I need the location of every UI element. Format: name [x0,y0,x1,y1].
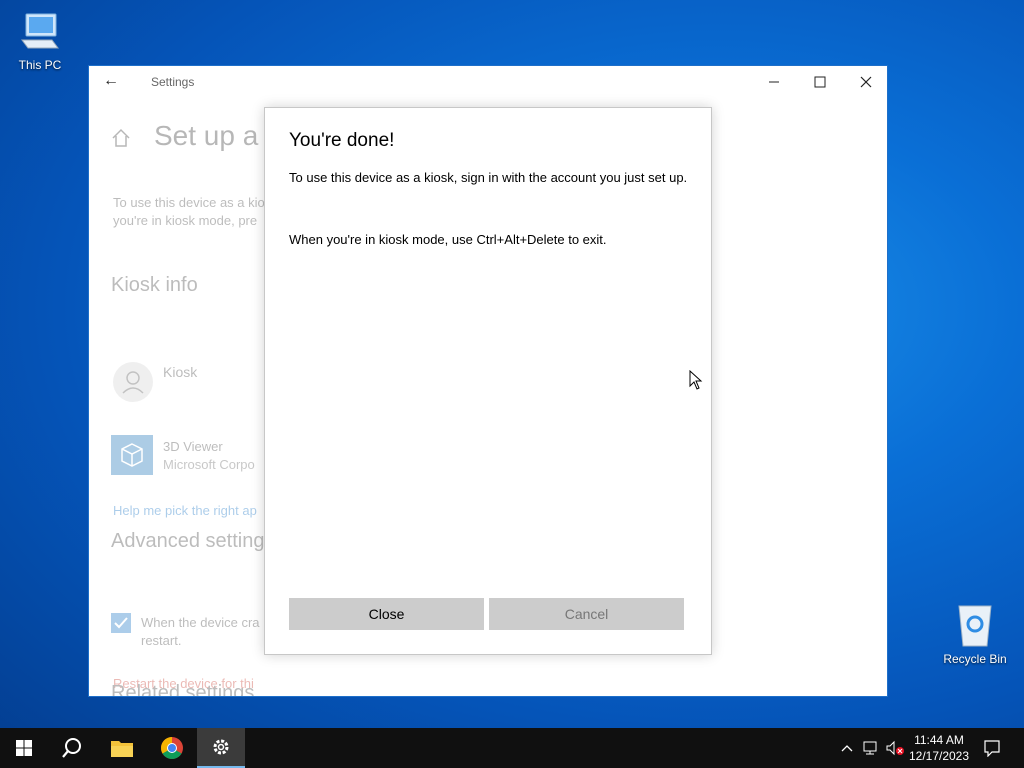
search-button[interactable] [48,728,96,768]
recycle-bin-desktop-icon[interactable]: Recycle Bin [937,602,1013,666]
minimize-button[interactable] [751,66,797,98]
mouse-cursor-icon [689,370,703,390]
network-icon [863,741,877,755]
back-arrow-icon[interactable]: ← [103,72,119,90]
3d-viewer-icon [121,443,143,467]
intro-line-1: To use this device as a kio [113,195,265,210]
help-pick-app-link[interactable]: Help me pick the right ap [113,503,257,518]
cancel-button[interactable]: Cancel [489,598,684,630]
window-close-button[interactable] [843,66,887,98]
restart-on-crash-checkbox[interactable] [111,613,131,633]
maximize-icon [814,76,826,88]
volume-muted-icon [886,740,904,756]
settings-icon [213,739,229,755]
dialog-title: You're done! [289,130,395,151]
this-pc-label: This PC [18,58,62,72]
kiosk-done-dialog: You're done! To use this device as a kio… [264,107,712,655]
title-bar: ← Settings [89,66,887,98]
checkbox-label-line-2: restart. [141,633,182,648]
intro-text: To use this device as a kio you're in ki… [113,194,265,230]
clock-date: 12/17/2023 [908,749,970,763]
search-icon [62,738,81,758]
app-name: 3D Viewer [163,439,223,454]
dialog-body-1: To use this device as a kiosk, sign in w… [289,170,688,185]
app-tile[interactable] [111,435,153,475]
dialog-body-2: When you're in kiosk mode, use Ctrl+Alt+… [289,232,607,247]
home-icon[interactable] [111,128,131,148]
related-settings-heading: Related settings [111,682,255,697]
minimize-icon [769,81,779,83]
checkbox-label-line-1: When the device cra [141,615,260,630]
app-publisher: Microsoft Corpo [163,457,255,472]
computer-icon [21,13,59,49]
kiosk-info-heading: Kiosk info [111,274,198,296]
user-icon [122,371,144,394]
window-title: Settings [151,75,195,89]
file-explorer-icon [111,741,133,757]
page-heading: Set up a k [154,120,281,151]
advanced-settings-heading: Advanced setting [111,530,265,552]
chrome-icon [161,737,183,759]
notification-icon [984,740,1000,757]
this-pc-desktop-icon[interactable]: This PC [2,10,78,72]
action-center-button[interactable] [978,728,1006,768]
start-icon [16,740,32,756]
volume-button[interactable] [884,728,906,768]
recycle-bin-label: Recycle Bin [943,652,1007,666]
intro-line-2: you're in kiosk mode, pre [113,213,258,228]
start-button[interactable] [0,728,48,768]
checkmark-icon [114,617,128,629]
clock[interactable]: 11:44 AM 12/17/2023 [904,732,974,764]
clock-time: 11:44 AM [914,733,964,747]
close-icon [860,76,872,88]
settings-taskbar-button[interactable] [197,728,245,768]
avatar [113,362,153,402]
network-button[interactable] [860,728,882,768]
checkbox-label: When the device cra restart. [141,614,260,650]
kiosk-account-name: Kiosk [163,364,198,380]
close-button[interactable]: Close [289,598,484,630]
maximize-button[interactable] [797,66,843,98]
chrome-button[interactable] [148,728,196,768]
taskbar: 11:44 AM 12/17/2023 [0,728,1024,768]
file-explorer-button[interactable] [98,728,146,768]
chevron-up-icon [841,745,853,752]
recycle-bin-icon [958,605,992,647]
show-hidden-icons-button[interactable] [836,728,858,768]
